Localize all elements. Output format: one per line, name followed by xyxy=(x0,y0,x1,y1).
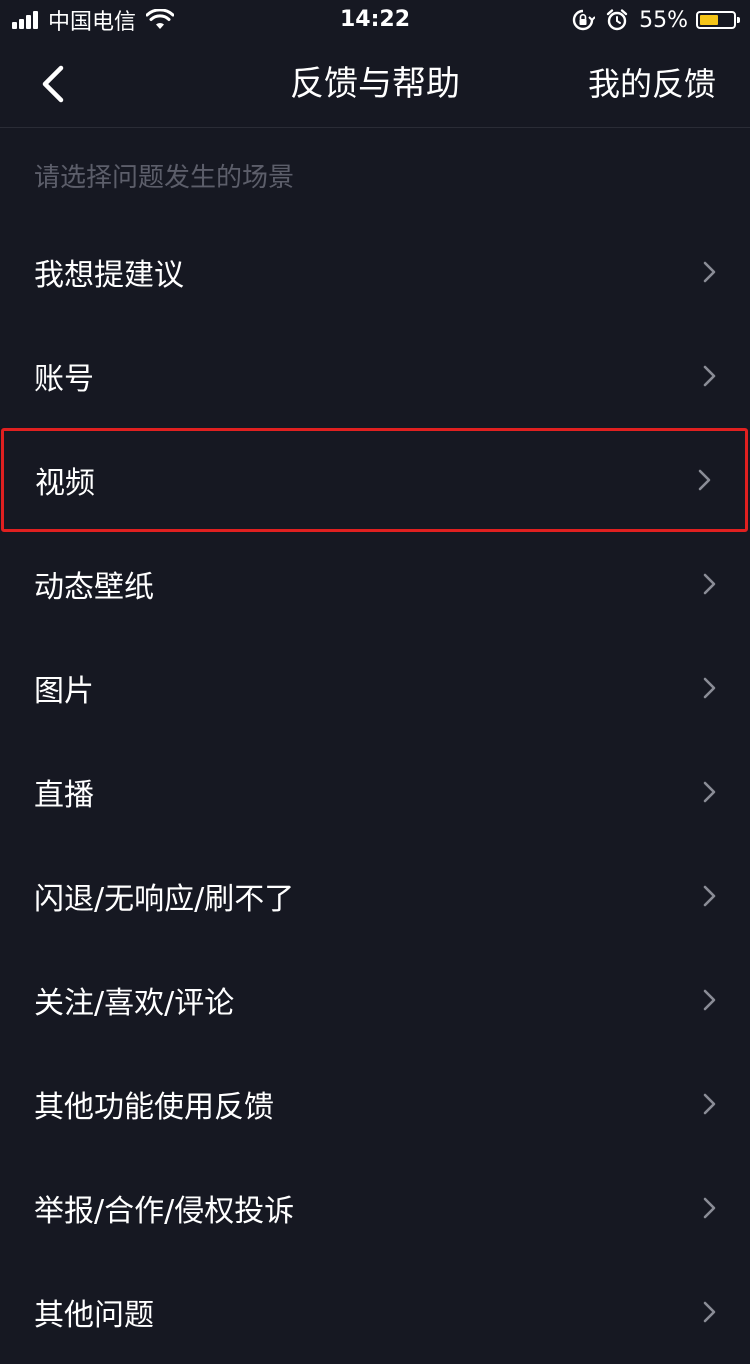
chevron-left-icon xyxy=(42,65,64,103)
chevron-right-icon xyxy=(703,1301,716,1323)
chevron-right-icon xyxy=(703,261,716,283)
wifi-icon xyxy=(146,9,175,29)
nav-bar: 反馈与帮助 我的反馈 xyxy=(0,40,750,128)
section-hint: 请选择问题发生的场景 xyxy=(34,163,295,193)
list-item-label: 图片 xyxy=(34,674,94,709)
list-item-label: 视频 xyxy=(35,466,95,501)
list-item-8[interactable]: 关注/喜欢/评论 xyxy=(0,948,750,1052)
list-item-label: 其他功能使用反馈 xyxy=(34,1090,274,1125)
list-item-9[interactable]: 其他功能使用反馈 xyxy=(0,1052,750,1156)
list-item-label: 举报/合作/侵权投诉 xyxy=(34,1194,295,1229)
list-item-7[interactable]: 闪退/无响应/刷不了 xyxy=(0,844,750,948)
list-item-5[interactable]: 图片 xyxy=(0,636,750,740)
signal-icon xyxy=(12,11,40,29)
chevron-right-icon xyxy=(703,989,716,1011)
list-item-label: 动态壁纸 xyxy=(34,570,154,605)
list-item-label: 闪退/无响应/刷不了 xyxy=(34,882,295,917)
chevron-right-icon xyxy=(703,573,716,595)
alarm-icon xyxy=(606,9,628,31)
list-item-label: 直播 xyxy=(34,778,94,813)
my-feedback-button[interactable]: 我的反馈 xyxy=(588,40,716,128)
battery-percent: 55% xyxy=(639,7,688,33)
list-item-label: 关注/喜欢/评论 xyxy=(34,986,235,1021)
chevron-right-icon xyxy=(703,885,716,907)
rotation-lock-icon xyxy=(572,9,596,31)
list-item-label: 其他问题 xyxy=(34,1298,154,1333)
battery-icon xyxy=(696,11,740,29)
chevron-right-icon xyxy=(703,1093,716,1115)
list-item-label: 账号 xyxy=(34,362,94,397)
chevron-right-icon xyxy=(703,365,716,387)
back-button[interactable] xyxy=(26,58,78,110)
list-item-3[interactable]: 视频 xyxy=(1,428,748,532)
chevron-right-icon xyxy=(703,677,716,699)
list-item-2[interactable]: 账号 xyxy=(0,324,750,428)
list-item-4[interactable]: 动态壁纸 xyxy=(0,532,750,636)
status-right: 55% xyxy=(571,0,740,40)
chevron-right-icon xyxy=(703,1197,716,1219)
status-bar: 中国电信 14:22 55% xyxy=(0,0,750,40)
scene-list: 我想提建议 账号 视频 动态壁纸 图片 直播 闪退/无响应/刷不了 关注/喜欢/… xyxy=(0,220,750,1364)
chevron-right-icon xyxy=(703,781,716,803)
carrier-name: 中国电信 xyxy=(48,10,137,35)
list-item-1[interactable]: 我想提建议 xyxy=(0,220,750,324)
status-left: 中国电信 xyxy=(12,0,175,40)
chevron-right-icon xyxy=(698,469,711,491)
battery-cap xyxy=(737,17,740,23)
list-item-11[interactable]: 其他问题 xyxy=(0,1260,750,1364)
list-item-10[interactable]: 举报/合作/侵权投诉 xyxy=(0,1156,750,1260)
battery-fill xyxy=(700,15,718,25)
list-item-label: 我想提建议 xyxy=(34,258,184,293)
list-item-6[interactable]: 直播 xyxy=(0,740,750,844)
